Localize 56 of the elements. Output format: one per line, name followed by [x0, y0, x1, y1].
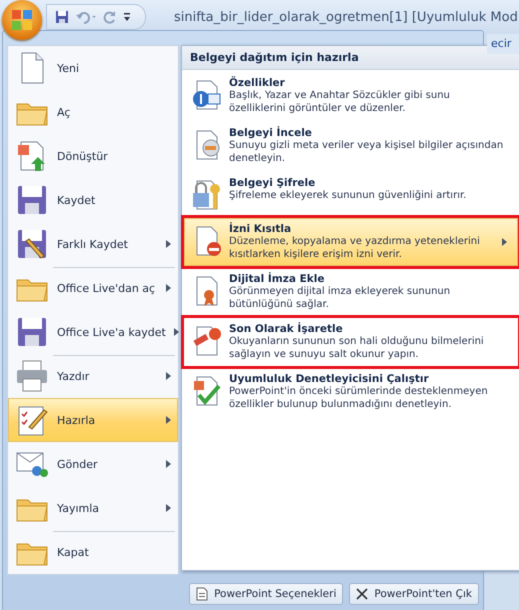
document-checkmark-icon	[191, 375, 223, 407]
menu-item[interactable]: Office Live'a kaydet	[8, 310, 178, 354]
submenu-arrow-icon	[166, 504, 171, 512]
submenu-item[interactable]: Dijital İmza Ekle Görünmeyen dijital imza ekleyerek sununun bütünlüğünü sağlar.	[184, 268, 518, 316]
item-title: Belgeyi Şifrele	[229, 177, 316, 189]
menu-item[interactable]: Yeni	[8, 46, 178, 90]
menu-item[interactable]: Gönder	[8, 442, 178, 486]
footer-button[interactable]: PowerPoint Seçenekleri	[189, 583, 344, 605]
item-title: Belgeyi İncele	[229, 127, 313, 139]
redo-icon[interactable]	[103, 10, 117, 24]
footer-button[interactable]: PowerPoint'ten Çık	[349, 583, 479, 605]
item-description: Şifreleme ekleyerek sununun güvenliğini artırır.	[229, 189, 468, 202]
item-description: Sunuyu gizli meta veriler veya kişisel bilgiler açısından denetleyin.	[229, 139, 504, 165]
submenu-item[interactable]: Son Olarak İşaretle Okuyanların sununun son hali olduğunu bilmelerini sağlayın ve sunuyu salt okunur yapın.	[184, 318, 518, 366]
item-description: PowerPoint'in önceki sürümlerinde desteklenmeyen özellikler bulunup bulunmadığını denetleyin.	[229, 385, 489, 411]
info-document-icon	[191, 79, 223, 111]
submenu-item[interactable]: Belgeyi Şifrele Şifreleme ekleyerek sununun güvenliğini artırır.	[184, 172, 518, 216]
item-title: Dijital İmza Ekle	[229, 273, 326, 285]
options-icon	[196, 587, 208, 601]
submenu-arrow-icon	[166, 460, 171, 468]
item-description: Başlık, Yazar ve Anahtar Sözcükler gibi sunu özelliklerini görüntüler ve düzenler.	[229, 89, 451, 115]
undo-icon[interactable]	[75, 10, 97, 24]
submenu-arrow-icon	[502, 238, 507, 246]
submenu-arrow-icon	[166, 416, 171, 424]
submenu-item[interactable]: Özellikler Başlık, Yazar ve Anahtar Sözcükler gibi sunu özelliklerini görüntüler ve düzenler.	[184, 72, 518, 120]
item-description: Okuyanların sununun son hali olduğunu bilmelerini sağlayın ve sunuyu salt okunur yapın.	[229, 335, 485, 361]
item-description: Düzenleme, kopyalama ve yazdırma yeteneklerini kısıtlarken kişilere erişim izni verir.	[229, 235, 481, 261]
item-title: Uyumluluk Denetleyicisini Çalıştır	[229, 373, 430, 385]
submenu-title: Belgeyi dağıtım için hazırla	[182, 46, 519, 70]
menu-item[interactable]: Yayımla	[8, 486, 178, 530]
save-icon[interactable]	[55, 10, 69, 24]
customize-toolbar-icon[interactable]	[123, 12, 131, 22]
item-description: Görünmeyen dijital imza ekleyerek sununun bütünlüğünü sağlar.	[229, 285, 452, 311]
window-title: sinifta_bir_lider_olarak_ogretmen[1] [Uyumluluk Mod	[174, 10, 518, 24]
close-icon	[356, 588, 368, 600]
document-stamp-icon	[191, 325, 223, 357]
menu-item[interactable]: Aç	[8, 90, 178, 134]
submenu-item[interactable]: İzni Kısıtla Düzenleme, kopyalama ve yazdırma yeteneklerini kısıtlarken kişilere erişim izni verir.	[184, 218, 518, 266]
submenu-item[interactable]: Uyumluluk Denetleyicisini Çalıştır PowerPoint'in önceki sürümlerinde desteklenmeyen özellikler bulunup bulunmadığını denetleyin.	[184, 368, 518, 416]
submenu-arrow-icon	[166, 240, 171, 248]
submenu-arrow-icon	[166, 372, 171, 380]
submenu-arrow-icon	[166, 284, 171, 292]
padlock-key-icon	[191, 179, 223, 211]
office-logo-icon	[12, 10, 32, 30]
office-button[interactable]	[2, 0, 42, 40]
floppy-pencil-icon	[15, 227, 49, 261]
submenu-arrow-icon	[174, 328, 179, 336]
printer-icon	[15, 359, 49, 393]
menu-item[interactable]: Dönüştür	[8, 134, 178, 178]
menu-item[interactable]: Farklı Kaydet	[8, 222, 178, 266]
submenu-item[interactable]: Belgeyi İncele Sunuyu gizli meta veriler veya kişisel bilgiler açısından denetleyin.	[184, 122, 518, 170]
menu-item[interactable]: Kaydet	[8, 178, 178, 222]
item-title: Son Olarak İşaretle	[229, 323, 344, 335]
item-title: İzni Kısıtla	[229, 223, 292, 235]
menu-item[interactable]: Hazırla	[8, 398, 178, 442]
item-title: Özellikler	[229, 77, 286, 89]
